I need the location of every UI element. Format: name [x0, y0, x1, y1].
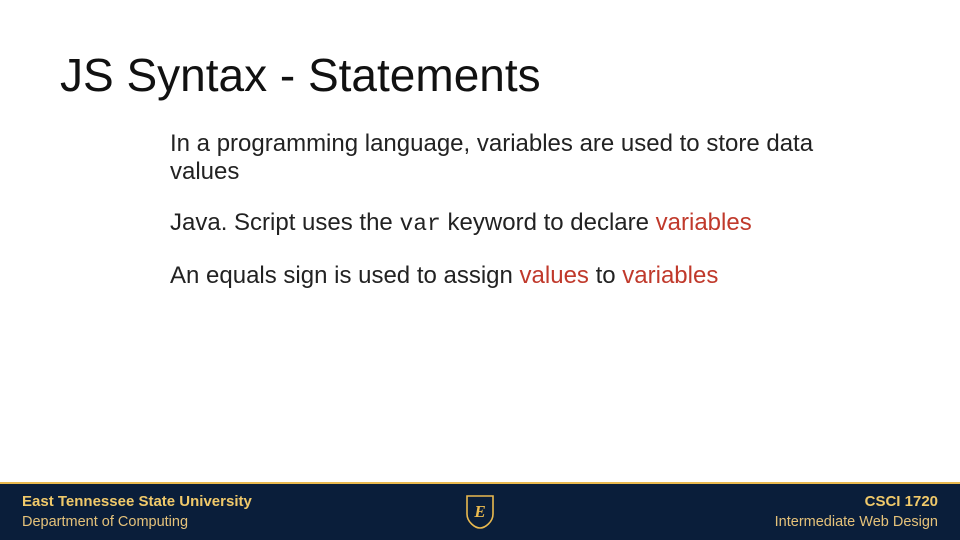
p2-text-mid: keyword to declare: [441, 209, 656, 236]
paragraph-3: An equals sign is used to assign values …: [170, 262, 870, 290]
p3-red-variables: variables: [622, 262, 718, 289]
footer-crest: E: [452, 494, 508, 530]
slide: JS Syntax - Statements In a programming …: [0, 0, 960, 540]
p3-text-mid: to: [589, 262, 622, 289]
footer-course-code: CSCI 1720: [508, 493, 938, 512]
slide-body: In a programming language, variables are…: [170, 130, 870, 313]
var-keyword-code: var: [399, 211, 440, 237]
shield-icon: E: [465, 494, 495, 530]
crest-letter: E: [473, 502, 485, 521]
footer-bar: East Tennessee State University Departme…: [0, 484, 960, 540]
slide-title: JS Syntax - Statements: [60, 48, 541, 102]
p2-text-pre: Java. Script uses the: [170, 209, 399, 236]
p3-text-pre: An equals sign is used to assign: [170, 262, 520, 289]
p3-red-values: values: [520, 262, 589, 289]
paragraph-1: In a programming language, variables are…: [170, 130, 870, 185]
footer-course-name: Intermediate Web Design: [508, 513, 938, 531]
footer-right: CSCI 1720 Intermediate Web Design: [508, 493, 960, 532]
footer-department: Department of Computing: [22, 513, 452, 531]
footer-left: East Tennessee State University Departme…: [0, 493, 452, 532]
paragraph-2: Java. Script uses the var keyword to dec…: [170, 209, 870, 237]
footer-university: East Tennessee State University: [22, 493, 452, 512]
p2-red-variables: variables: [656, 209, 752, 236]
